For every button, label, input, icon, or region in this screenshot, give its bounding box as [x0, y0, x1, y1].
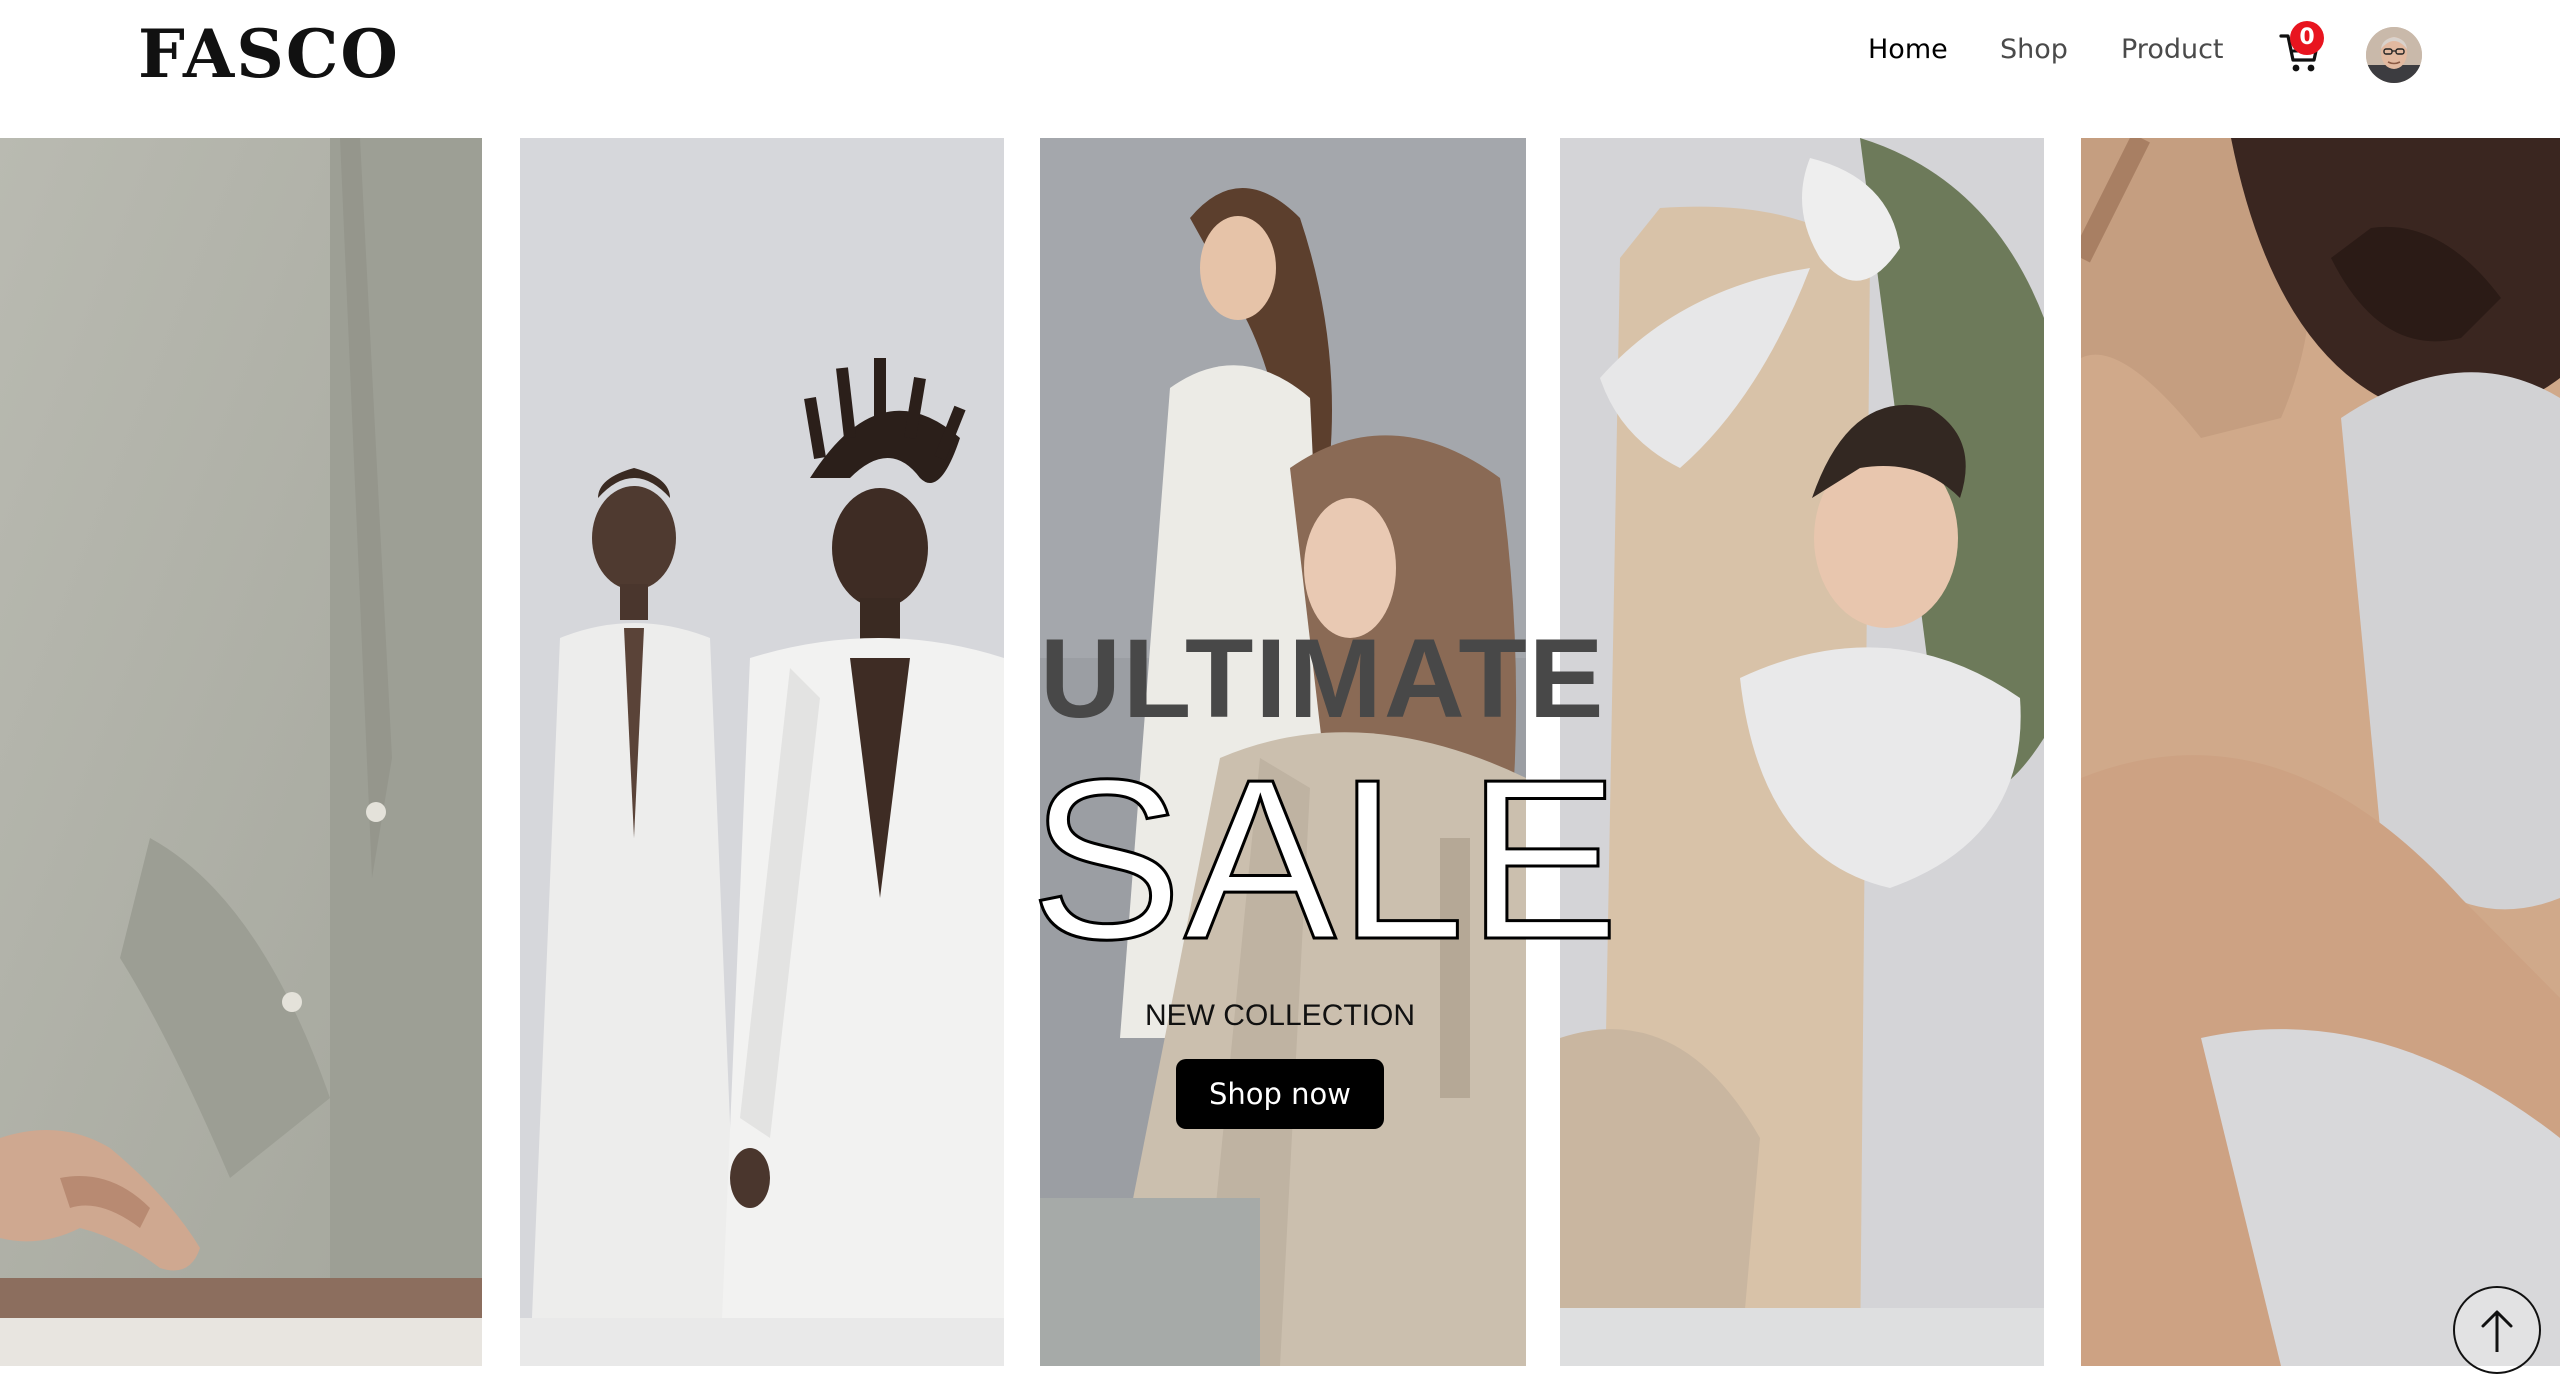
nav-home[interactable]: Home: [1868, 30, 1948, 70]
cart-count-badge: 0: [2290, 21, 2324, 55]
scroll-to-top-button[interactable]: [2453, 1286, 2541, 1374]
nav-product[interactable]: Product: [2121, 30, 2224, 70]
hero-image-olive-shirt: [0, 138, 482, 1366]
user-avatar[interactable]: [2366, 27, 2422, 83]
shop-now-button[interactable]: Shop now: [1176, 1059, 1384, 1129]
hero-sale-title: SALE: [1029, 733, 1622, 987]
hero-subtitle: NEW COLLECTION: [1144, 999, 1416, 1032]
hero-banner: ULTIMATE SALE NEW COLLECTION Shop now: [0, 138, 2560, 1366]
hero-headline: ULTIMATE: [1040, 616, 1606, 741]
site-header: FASCO Home Shop Product 0: [0, 0, 2560, 138]
brand-logo[interactable]: FASCO: [138, 14, 400, 94]
nav-shop[interactable]: Shop: [2000, 30, 2068, 70]
avatar-image: [2366, 27, 2422, 83]
hero-image-tan-hoodie: [2081, 138, 2560, 1366]
hero-image-white-suits: [520, 138, 1004, 1366]
arrow-up-icon: [2481, 1310, 2513, 1352]
hero-image-pleated-collar: [1560, 138, 2044, 1366]
